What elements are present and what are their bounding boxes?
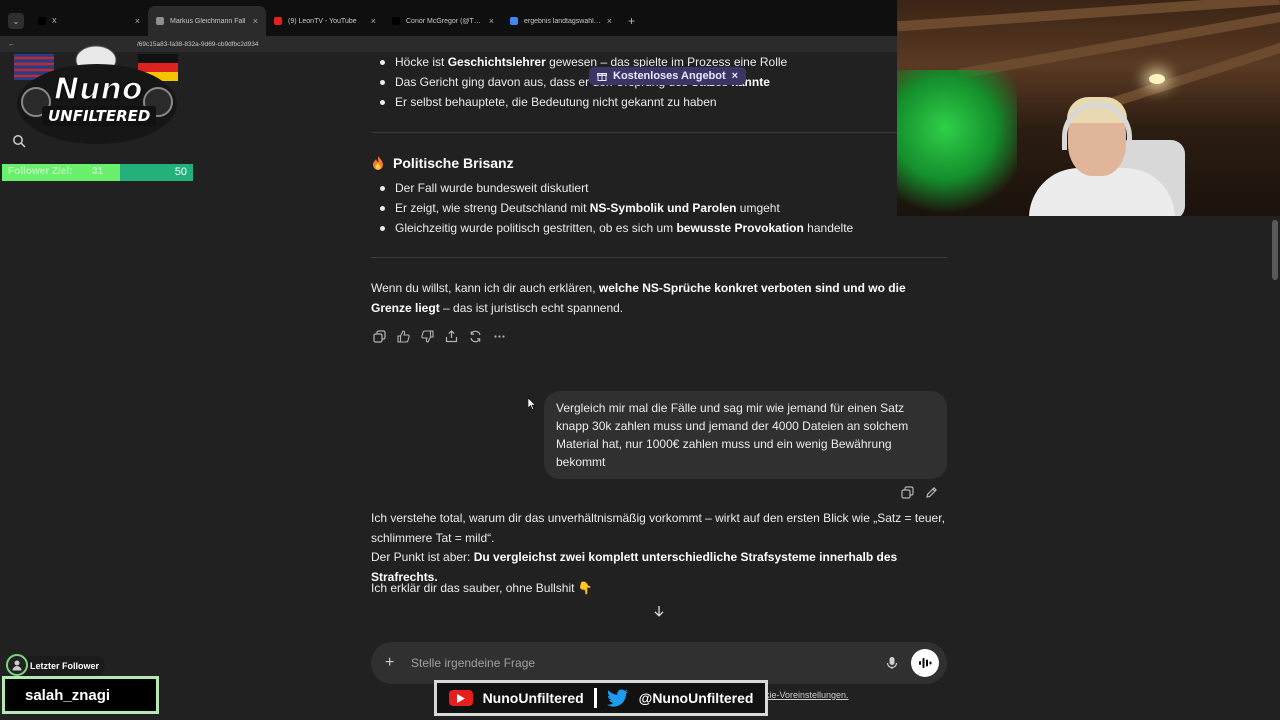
chat-composer[interactable]: + Stelle irgendeine Frage	[371, 642, 947, 684]
x-favicon-icon	[38, 17, 46, 25]
screen: ⌄ X × Markus Gleichmann Fall × (9) LeonT…	[0, 0, 1280, 720]
message-actions	[371, 328, 507, 344]
text-run: Höcke ist	[395, 55, 448, 69]
thumbs-up-icon[interactable]	[395, 328, 411, 344]
edit-icon[interactable]	[923, 484, 939, 500]
browser-tab-active[interactable]: Markus Gleichmann Fall ×	[148, 6, 266, 36]
webcam-feed	[897, 0, 1280, 216]
divider	[371, 257, 947, 258]
microphone-icon[interactable]	[885, 656, 899, 670]
channel-logo: Nuno UNFILTERED	[8, 40, 186, 150]
copy-icon[interactable]	[371, 328, 387, 344]
text-run: umgeht	[736, 201, 780, 215]
logo-subtitle: UNFILTERED	[42, 106, 157, 126]
text-run: – das ist juristisch echt spannend.	[439, 300, 624, 315]
tab-title: X	[52, 17, 57, 25]
follower-goal-target: 50	[174, 166, 187, 178]
twitter-handle: @NunoUnfiltered	[638, 690, 754, 706]
share-icon[interactable]	[443, 328, 459, 344]
more-options-icon[interactable]	[491, 328, 507, 344]
tab-close-icon[interactable]: ×	[371, 16, 376, 26]
page-scrollbar[interactable]	[1272, 220, 1278, 280]
green-light-glow	[897, 70, 1017, 216]
regenerate-icon[interactable]	[467, 328, 483, 344]
section-heading-text: Politische Brisanz	[393, 155, 514, 171]
text-run: Er zeigt, wie streng Deutschland mit	[395, 201, 590, 215]
section-heading: Politische Brisanz	[371, 155, 514, 171]
twitter-bird-icon	[606, 689, 628, 707]
last-follower-name: salah_znagi	[2, 676, 159, 714]
cookie-preferences-link[interactable]: kie-Voreinstellungen.	[765, 690, 849, 700]
last-follower-label: Letzter Follower	[30, 661, 100, 671]
bold-text: Geschichtslehrer	[447, 55, 546, 69]
youtube-icon	[448, 690, 473, 706]
waveform-icon	[919, 658, 932, 668]
list-item: Der Fall wurde bundesweit diskutiert	[371, 178, 947, 198]
google-favicon-icon	[510, 17, 518, 25]
tab-search-button[interactable]: ⌄	[8, 13, 24, 29]
browser-tab[interactable]: X ×	[30, 6, 148, 36]
browser-tab[interactable]: ergebnis landtagswahl rheinlan ×	[502, 6, 620, 36]
browser-tab[interactable]: (9) LeonTV - YouTube ×	[266, 6, 384, 36]
browser-tab[interactable]: Conor McGregor (@TheNotori ×	[384, 6, 502, 36]
voice-mode-button[interactable]	[911, 649, 939, 677]
new-tab-button[interactable]: +	[620, 14, 643, 36]
last-follower-widget: Letzter Follower salah_znagi	[2, 654, 159, 716]
logo-title: Nuno	[53, 71, 143, 108]
text-run: handelte	[803, 221, 854, 235]
tab-title: ergebnis landtagswahl rheinlan	[524, 17, 601, 25]
follower-goal-label: Follower Ziel:	[8, 166, 73, 177]
prompt-input[interactable]: Stelle irgendeine Frage	[411, 656, 873, 670]
free-offer-label: Kostenloses Angebot	[613, 70, 726, 82]
user-message-bubble: Vergleich mir mal die Fälle und sag mir …	[544, 391, 947, 479]
youtube-handle: NunoUnfiltered	[482, 690, 584, 706]
assistant-followup-text: Wenn du willst, kann ich dir auch erklär…	[371, 279, 947, 318]
ceiling-lamp	[1149, 74, 1165, 84]
text-run: Gleichzeitig wurde politisch gestritten,…	[395, 221, 677, 235]
text-run: Der Fall wurde bundesweit diskutiert	[395, 181, 589, 195]
close-icon[interactable]: ×	[732, 70, 738, 82]
arrow-down-icon	[654, 606, 664, 617]
tab-close-icon[interactable]: ×	[253, 16, 258, 26]
divider	[371, 132, 947, 133]
tab-title: Conor McGregor (@TheNotori	[406, 17, 483, 25]
thumbs-down-icon[interactable]	[419, 328, 435, 344]
scroll-down-button[interactable]	[651, 603, 667, 619]
ceiling-beam	[1100, 39, 1280, 111]
youtube-favicon-icon	[274, 17, 282, 25]
follower-goal-bar: Follower Ziel: 31 50	[2, 164, 193, 181]
list-item: Gleichzeitig wurde politisch gestritten,…	[371, 218, 947, 238]
chatgpt-favicon-icon	[156, 17, 164, 25]
bold-text: bewusste Provokation	[676, 221, 804, 235]
social-handles-banner: NunoUnfiltered @NunoUnfiltered	[434, 680, 768, 716]
list-item: Er selbst behauptete, die Bedeutung nich…	[371, 92, 947, 112]
tab-close-icon[interactable]: ×	[489, 16, 494, 26]
separator	[593, 688, 597, 708]
copy-icon[interactable]	[899, 484, 915, 500]
assistant-bullet-list: Der Fall wurde bundesweit diskutiert Er …	[371, 178, 947, 238]
tab-close-icon[interactable]: ×	[135, 16, 140, 26]
tab-close-icon[interactable]: ×	[607, 16, 612, 26]
follower-goal-current: 31	[92, 166, 104, 177]
tab-title: Markus Gleichmann Fall	[170, 17, 246, 25]
list-item: Er zeigt, wie streng Deutschland mit NS-…	[371, 198, 947, 218]
x-favicon-icon	[392, 17, 400, 25]
text-run: Wenn du willst, kann ich dir auch erklär…	[371, 281, 599, 295]
assistant-answer-text: Ich erklär dir das sauber, ohne Bullshit…	[371, 581, 593, 595]
free-offer-badge[interactable]: Kostenloses Angebot ×	[589, 67, 747, 85]
plus-icon[interactable]: +	[385, 654, 399, 672]
tab-title: (9) LeonTV - YouTube	[288, 17, 357, 25]
assistant-answer-text: Ich verstehe total, warum dir das unverh…	[371, 511, 945, 545]
text-run: Er selbst behauptete, die Bedeutung nich…	[395, 95, 717, 109]
mouse-cursor-icon	[528, 398, 536, 410]
bold-text: NS-Symbolik und Parolen	[589, 201, 737, 215]
user-avatar-icon	[6, 654, 28, 676]
user-message-actions	[899, 484, 939, 500]
gift-icon	[597, 73, 607, 81]
fire-icon	[373, 156, 383, 170]
text-run: Der Punkt ist aber:	[371, 550, 474, 564]
